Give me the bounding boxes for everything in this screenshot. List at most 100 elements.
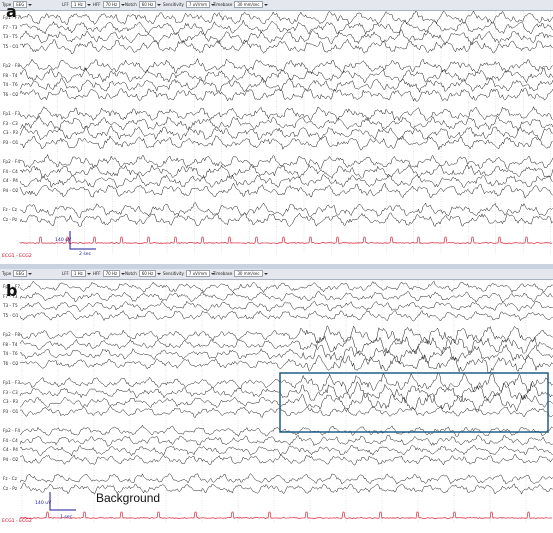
eeg-trace bbox=[19, 280, 553, 294]
eeg-trace bbox=[19, 309, 553, 322]
channel-label: T3 - T5 bbox=[3, 34, 18, 40]
eeg-trace bbox=[19, 87, 553, 102]
chevron-down-icon[interactable] bbox=[28, 4, 33, 6]
eeg-trace bbox=[19, 290, 553, 303]
channel-label: T3 - T5 bbox=[3, 303, 18, 309]
ecg-channel-label: ECG1 - ECG2 bbox=[2, 519, 32, 524]
eeg-trace bbox=[19, 125, 553, 141]
channel-label: Fp1 - F7 bbox=[3, 15, 20, 20]
eeg-trace bbox=[19, 444, 553, 457]
scale-time-label: 2 sec bbox=[79, 252, 92, 257]
channel-label: F4 - C4 bbox=[3, 437, 18, 443]
channel-label: Fp2 - F4 bbox=[3, 159, 20, 164]
channel-label: T6 - O2 bbox=[3, 91, 19, 97]
eeg-trace-area bbox=[19, 280, 553, 523]
ecg-channel-label: ECG1 - ECG2 bbox=[2, 254, 32, 259]
channel-label: P3 - O1 bbox=[3, 408, 19, 414]
toolbar-notch[interactable]: Notch 60 Hz bbox=[125, 270, 162, 278]
channel-label: Cz - Pz bbox=[3, 485, 18, 491]
scale-amplitude-label: 140 uV bbox=[35, 501, 52, 506]
calibration-scale-bar bbox=[49, 492, 76, 511]
channel-label: T4 - T6 bbox=[3, 82, 18, 88]
eeg-trace bbox=[19, 343, 553, 366]
channel-label: F8 - T4 bbox=[3, 341, 18, 347]
montage-toolbar: Type EEG LFF 1 Hz HFF 70 Hz Notch 60 Hz Sens… bbox=[0, 269, 553, 280]
eeg-trace bbox=[19, 76, 553, 94]
ecg-trace bbox=[19, 511, 553, 519]
eeg-trace bbox=[19, 454, 553, 466]
channel-label: Fz - Cz bbox=[3, 476, 17, 481]
eeg-trace-area bbox=[19, 11, 553, 254]
toolbar-notch[interactable]: Notch 60 Hz bbox=[125, 1, 162, 9]
chevron-down-icon[interactable] bbox=[157, 273, 162, 275]
eeg-trace bbox=[19, 212, 553, 227]
eeg-trace bbox=[19, 380, 553, 404]
eeg-trace bbox=[19, 325, 553, 345]
channel-label: Fp1 - F7 bbox=[3, 284, 20, 289]
channel-label: C3 - P3 bbox=[3, 130, 18, 136]
eeg-trace bbox=[19, 115, 553, 132]
scale-time-label: 1 sec bbox=[60, 515, 73, 520]
channel-label: C3 - P3 bbox=[3, 399, 18, 405]
channel-label: P3 - O1 bbox=[3, 139, 19, 145]
eeg-trace bbox=[19, 473, 553, 485]
eeg-trace bbox=[19, 105, 553, 122]
eeg-trace bbox=[19, 300, 553, 313]
montage-toolbar: Type EEG LFF 1 Hz HFF 70 Hz Notch 60 Hz Sens… bbox=[0, 0, 553, 11]
chevron-down-icon[interactable] bbox=[28, 273, 33, 275]
channel-label: T5 - O1 bbox=[3, 312, 19, 318]
channel-label: F3 - C3 bbox=[3, 389, 18, 395]
eeg-trace bbox=[19, 153, 553, 170]
channel-label: P4 - O2 bbox=[3, 187, 19, 193]
eeg-trace bbox=[19, 335, 553, 355]
channel-label: Fp2 - F4 bbox=[3, 428, 20, 433]
toolbar-lff[interactable]: LFF 1 Hz bbox=[62, 270, 91, 278]
eeg-trace bbox=[19, 57, 553, 75]
chevron-down-icon[interactable] bbox=[263, 273, 268, 275]
channel-label: F3 - C3 bbox=[3, 120, 18, 126]
channel-label: F8 - T4 bbox=[3, 72, 18, 78]
toolbar-timebase[interactable]: Timebase 30 mm/sec bbox=[213, 1, 268, 9]
channel-label: F4 - C4 bbox=[3, 168, 18, 174]
toolbar-sensitivity[interactable]: Sensitivity 7 uV/mm bbox=[163, 1, 216, 9]
toolbar-hff[interactable]: HFF 70 Hz bbox=[93, 270, 126, 278]
eeg-trace bbox=[19, 11, 553, 26]
channel-label: F7 - T3 bbox=[3, 293, 18, 299]
toolbar-sensitivity[interactable]: Sensitivity 7 uV/mm bbox=[163, 270, 216, 278]
channel-label: T5 - O1 bbox=[3, 43, 19, 49]
channel-label: P4 - O2 bbox=[3, 456, 19, 462]
channel-label: Fp1 - F3 bbox=[3, 111, 20, 116]
chevron-down-icon[interactable] bbox=[263, 4, 268, 6]
eeg-trace bbox=[19, 135, 553, 151]
channel-label: Fp1 - F3 bbox=[3, 380, 20, 385]
channel-label: Fp2 - F8 bbox=[3, 63, 20, 68]
chevron-down-icon[interactable] bbox=[86, 273, 91, 275]
scale-amplitude-label: 140 uV bbox=[55, 238, 72, 243]
eeg-trace bbox=[19, 173, 553, 189]
channel-label: T4 - T6 bbox=[3, 351, 18, 357]
eeg-trace bbox=[19, 434, 553, 447]
chevron-down-icon[interactable] bbox=[86, 4, 91, 6]
channel-label: Fz - Cz bbox=[3, 207, 17, 212]
eeg-trace bbox=[19, 201, 553, 219]
highlight-box bbox=[279, 372, 549, 433]
eeg-trace bbox=[19, 354, 553, 373]
channel-label: C4 - P4 bbox=[3, 178, 18, 184]
chevron-down-icon[interactable] bbox=[157, 4, 162, 6]
toolbar-lff[interactable]: LFF 1 Hz bbox=[62, 1, 91, 9]
eeg-trace bbox=[19, 406, 553, 419]
eeg-trace bbox=[19, 163, 553, 180]
eeg-trace bbox=[19, 424, 553, 438]
channel-label: F7 - T3 bbox=[3, 24, 18, 30]
eeg-panel-b: Type EEG LFF 1 Hz HFF 70 Hz Notch 60 Hz Sens… bbox=[0, 269, 553, 533]
toolbar-timebase[interactable]: Timebase 30 mm/sec bbox=[213, 270, 268, 278]
calibration-scale-bar bbox=[69, 231, 96, 250]
eeg-trace bbox=[19, 29, 553, 46]
channel-label: Cz - Pz bbox=[3, 216, 18, 222]
toolbar-hff[interactable]: HFF 70 Hz bbox=[93, 1, 126, 9]
background-annotation: Background bbox=[96, 491, 161, 505]
toolbar-type[interactable]: Type EEG bbox=[2, 270, 33, 278]
channel-label: T6 - O2 bbox=[3, 360, 19, 366]
ecg-trace bbox=[19, 236, 553, 244]
channel-label: C4 - P4 bbox=[3, 447, 18, 453]
